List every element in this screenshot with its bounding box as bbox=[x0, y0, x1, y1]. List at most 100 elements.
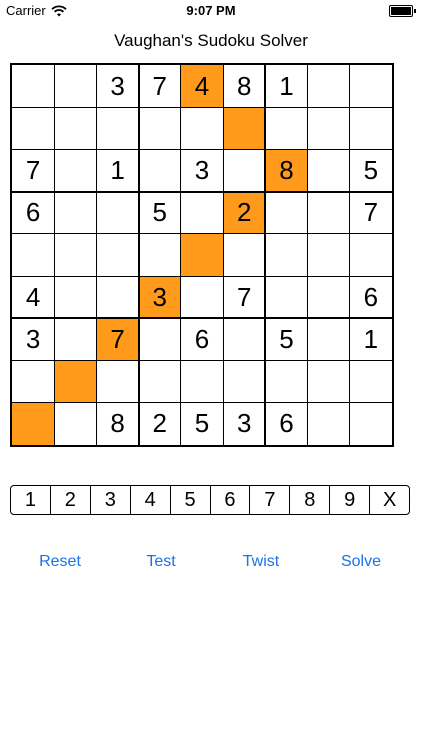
picker-option[interactable]: 8 bbox=[290, 486, 331, 514]
grid-cell[interactable] bbox=[265, 361, 307, 403]
battery-icon bbox=[389, 5, 416, 17]
grid-cell[interactable] bbox=[308, 65, 350, 107]
grid-cell[interactable] bbox=[54, 234, 96, 276]
grid-cell[interactable] bbox=[308, 318, 350, 360]
picker-option[interactable]: 5 bbox=[171, 486, 211, 514]
grid-cell[interactable] bbox=[96, 361, 138, 403]
grid-cell[interactable] bbox=[96, 234, 138, 276]
grid-cell[interactable] bbox=[180, 233, 224, 277]
grid-cell[interactable] bbox=[308, 234, 350, 276]
grid-cell[interactable] bbox=[181, 192, 223, 234]
grid-cell[interactable]: 2 bbox=[139, 403, 181, 445]
grid-cell[interactable]: 1 bbox=[265, 65, 307, 107]
grid-cell[interactable] bbox=[350, 361, 392, 403]
grid-cell[interactable] bbox=[54, 107, 96, 149]
picker-option[interactable]: 9 bbox=[330, 486, 371, 514]
grid-cell[interactable]: 8 bbox=[223, 65, 265, 107]
picker-option[interactable]: 3 bbox=[91, 486, 131, 514]
grid-cell[interactable]: 3 bbox=[12, 318, 54, 360]
picker-option[interactable]: X bbox=[370, 486, 409, 514]
test-button[interactable]: Test bbox=[146, 553, 175, 571]
grid-cell[interactable] bbox=[12, 361, 54, 403]
grid-cell[interactable]: 7 bbox=[350, 192, 392, 234]
grid-cell[interactable]: 3 bbox=[223, 403, 265, 445]
grid-cell[interactable]: 5 bbox=[181, 403, 223, 445]
grid-cell[interactable]: 6 bbox=[181, 318, 223, 360]
grid-cell[interactable]: 5 bbox=[139, 192, 181, 234]
grid-cell[interactable]: 6 bbox=[12, 192, 54, 234]
reset-button[interactable]: Reset bbox=[39, 553, 81, 571]
grid-cell[interactable]: 6 bbox=[265, 403, 307, 445]
picker-option[interactable]: 6 bbox=[211, 486, 251, 514]
grid-cell[interactable] bbox=[308, 149, 350, 191]
grid-cell[interactable]: 1 bbox=[350, 318, 392, 360]
grid-cell[interactable] bbox=[265, 234, 307, 276]
grid-cell[interactable] bbox=[12, 402, 55, 445]
grid-cell[interactable] bbox=[139, 234, 181, 276]
grid-cell[interactable] bbox=[54, 318, 96, 360]
grid-cell[interactable] bbox=[308, 403, 350, 445]
grid-cell[interactable] bbox=[265, 192, 307, 234]
grid-cell[interactable]: 3 bbox=[181, 149, 223, 191]
grid-cell[interactable] bbox=[308, 276, 350, 318]
grid-cell[interactable] bbox=[223, 361, 265, 403]
twist-button[interactable]: Twist bbox=[243, 553, 279, 571]
grid-cell[interactable] bbox=[54, 403, 96, 445]
grid-cell[interactable]: 6 bbox=[350, 276, 392, 318]
grid-cell[interactable] bbox=[12, 234, 54, 276]
grid-cell[interactable] bbox=[265, 276, 307, 318]
grid-cell[interactable]: 2 bbox=[223, 191, 266, 234]
grid-cell[interactable] bbox=[12, 107, 54, 149]
grid-cell[interactable] bbox=[308, 192, 350, 234]
grid-cell[interactable] bbox=[223, 234, 265, 276]
grid-cell[interactable] bbox=[139, 107, 181, 149]
grid-cell[interactable] bbox=[350, 234, 392, 276]
solve-button[interactable]: Solve bbox=[341, 553, 381, 571]
grid-cell[interactable] bbox=[308, 107, 350, 149]
grid-cell[interactable] bbox=[350, 65, 392, 107]
grid-cell[interactable] bbox=[139, 361, 181, 403]
picker-option[interactable]: 1 bbox=[11, 486, 51, 514]
grid-cell[interactable] bbox=[223, 149, 265, 191]
grid-cell[interactable]: 7 bbox=[96, 318, 139, 361]
grid-cell[interactable]: 7 bbox=[139, 65, 181, 107]
picker-option[interactable]: 4 bbox=[131, 486, 171, 514]
grid-cell[interactable] bbox=[350, 107, 392, 149]
grid-cell[interactable]: 7 bbox=[12, 149, 54, 191]
grid-cell[interactable]: 4 bbox=[12, 276, 54, 318]
grid-cell[interactable] bbox=[54, 276, 96, 318]
grid-cell[interactable] bbox=[181, 276, 223, 318]
grid-cell[interactable] bbox=[96, 192, 138, 234]
grid-cell[interactable] bbox=[96, 107, 138, 149]
grid-cell[interactable]: 1 bbox=[96, 149, 138, 191]
grid-cell[interactable]: 3 bbox=[138, 276, 181, 319]
grid-cell[interactable]: 7 bbox=[223, 276, 265, 318]
number-picker: 123456789X bbox=[10, 485, 410, 515]
grid-cell[interactable] bbox=[308, 361, 350, 403]
grid-line bbox=[264, 65, 267, 445]
grid-cell[interactable] bbox=[223, 318, 265, 360]
grid-cell[interactable]: 8 bbox=[96, 403, 138, 445]
grid-cell[interactable] bbox=[96, 276, 138, 318]
grid-line bbox=[349, 65, 351, 445]
grid-cell[interactable]: 4 bbox=[180, 65, 224, 108]
grid-cell[interactable] bbox=[181, 107, 223, 149]
grid-cell[interactable] bbox=[54, 192, 96, 234]
grid-cell[interactable] bbox=[12, 65, 54, 107]
action-bar: Reset Test Twist Solve bbox=[0, 553, 422, 575]
grid-cell[interactable] bbox=[139, 149, 181, 191]
grid-cell[interactable] bbox=[181, 361, 223, 403]
grid-cell[interactable] bbox=[54, 360, 97, 403]
picker-option[interactable]: 2 bbox=[51, 486, 91, 514]
grid-cell[interactable]: 3 bbox=[96, 65, 138, 107]
grid-cell[interactable] bbox=[54, 149, 96, 191]
grid-cell[interactable]: 8 bbox=[265, 149, 308, 192]
grid-cell[interactable] bbox=[54, 65, 96, 107]
grid-cell[interactable]: 5 bbox=[265, 318, 307, 360]
grid-cell[interactable] bbox=[223, 107, 266, 150]
grid-cell[interactable] bbox=[139, 318, 181, 360]
grid-cell[interactable]: 5 bbox=[350, 149, 392, 191]
picker-option[interactable]: 7 bbox=[250, 486, 291, 514]
grid-cell[interactable] bbox=[265, 107, 307, 149]
grid-cell[interactable] bbox=[350, 403, 392, 445]
